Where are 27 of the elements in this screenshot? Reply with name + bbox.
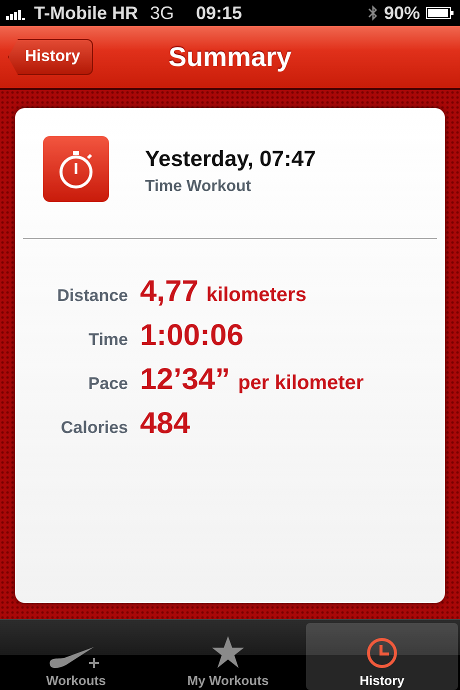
tab[interactable]: Workouts	[0, 620, 152, 690]
screen-title: Summary	[168, 42, 292, 72]
stat-value: 12’34”	[140, 363, 230, 397]
bluetooth-icon	[368, 5, 378, 21]
back-button[interactable]: History	[8, 39, 94, 75]
stat-label: Distance	[56, 286, 128, 306]
stopwatch-icon	[43, 136, 109, 202]
stat-value: 484	[140, 407, 190, 441]
carrier-name: T-Mobile HR	[34, 2, 138, 24]
stat-value: 4,77	[140, 275, 198, 309]
tab[interactable]: History	[306, 623, 458, 690]
clock-icon	[366, 637, 398, 669]
battery-percent: 90%	[384, 2, 420, 24]
workout-date: Yesterday, 07:47	[145, 146, 316, 172]
stat-label: Pace	[87, 374, 128, 394]
network-type: 3G	[150, 2, 174, 24]
stat-value: 1:00:06	[140, 319, 244, 353]
status-time: 09:15	[196, 2, 242, 24]
star-icon	[211, 635, 245, 669]
tab[interactable]: My Workouts	[152, 620, 304, 690]
stat-label: Calories	[60, 418, 128, 438]
stat-unit: per kilometer	[238, 372, 364, 395]
workout-type: Time Workout	[145, 178, 252, 196]
stat-unit: kilometers	[206, 284, 306, 307]
battery-icon	[426, 7, 454, 19]
stat-label: Time	[88, 330, 128, 350]
signal-icon	[6, 8, 28, 20]
